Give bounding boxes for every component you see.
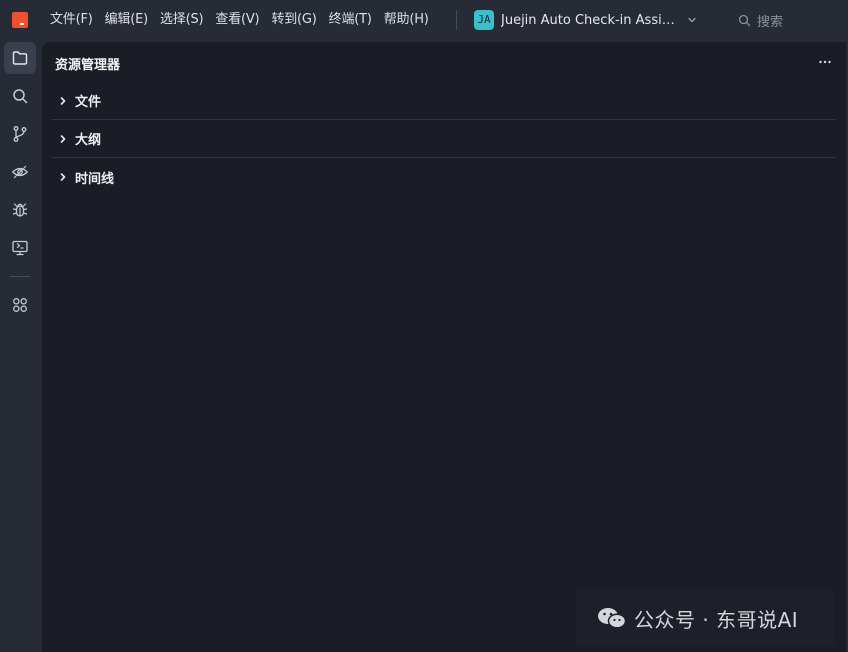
- app-logo: [12, 12, 28, 28]
- files-icon: [12, 51, 28, 65]
- menu-view[interactable]: 查看(V): [209, 7, 265, 33]
- activity-debug[interactable]: [4, 194, 36, 226]
- search-box[interactable]: 搜索: [738, 11, 784, 30]
- activity-extensions[interactable]: [4, 289, 36, 321]
- chevron-down-icon: [688, 17, 696, 23]
- section-label: 文件: [75, 95, 102, 110]
- activity-bar: [0, 40, 42, 652]
- project-badge: JA: [474, 10, 494, 30]
- chevron-right-icon: [60, 134, 66, 143]
- search-label: 搜索: [757, 14, 784, 30]
- chevron-right-icon: [60, 173, 66, 181]
- section-label: 大纲: [75, 133, 102, 148]
- chevron-right-icon: [60, 96, 66, 105]
- menu-bar: 文件(F) 编辑(E) 选择(S) 查看(V) 转到(G) 终端(T) 帮助(H…: [44, 0, 435, 40]
- project-name: Juejin Auto Check-in Assistant: [501, 12, 679, 28]
- search-icon: [738, 14, 751, 26]
- activity-source-control[interactable]: [4, 118, 36, 150]
- project-switcher[interactable]: JA Juejin Auto Check-in Assistant: [474, 9, 697, 31]
- title-bar: 文件(F) 编辑(E) 选择(S) 查看(V) 转到(G) 终端(T) 帮助(H…: [0, 0, 848, 40]
- menu-edit[interactable]: 编辑(E): [99, 7, 154, 33]
- menu-help[interactable]: 帮助(H): [378, 7, 435, 33]
- title-divider: [456, 10, 457, 30]
- more-dots-icon[interactable]: [818, 55, 832, 69]
- activity-explorer[interactable]: [4, 42, 36, 74]
- activity-search[interactable]: [4, 80, 36, 112]
- explorer-panel: 资源管理器 文件 大纲 时间线: [42, 42, 846, 652]
- preview-eye-icon: [11, 165, 29, 179]
- activity-divider: [10, 276, 30, 277]
- section-label: 时间线: [75, 171, 115, 187]
- menu-goto[interactable]: 转到(G): [265, 7, 322, 33]
- source-control-icon: [13, 126, 27, 142]
- activity-remote[interactable]: [4, 232, 36, 264]
- watermark: 公众号 · 东哥说AI: [576, 590, 834, 646]
- menu-file[interactable]: 文件(F): [44, 7, 99, 33]
- explorer-title: 资源管理器: [55, 58, 121, 73]
- wechat-icon: [598, 608, 627, 629]
- remote-monitor-icon: [12, 240, 28, 256]
- section-outline[interactable]: 大纲: [51, 120, 836, 158]
- menu-selection[interactable]: 选择(S): [154, 7, 209, 33]
- extensions-grid-icon: [13, 298, 27, 312]
- debug-bug-icon: [12, 203, 28, 217]
- section-files[interactable]: 文件: [51, 82, 836, 120]
- menu-terminal[interactable]: 终端(T): [323, 7, 378, 33]
- watermark-text: 公众号 · 东哥说AI: [634, 607, 799, 632]
- search-icon: [13, 89, 28, 104]
- section-timeline[interactable]: 时间线: [51, 158, 836, 196]
- activity-preview[interactable]: [4, 156, 36, 188]
